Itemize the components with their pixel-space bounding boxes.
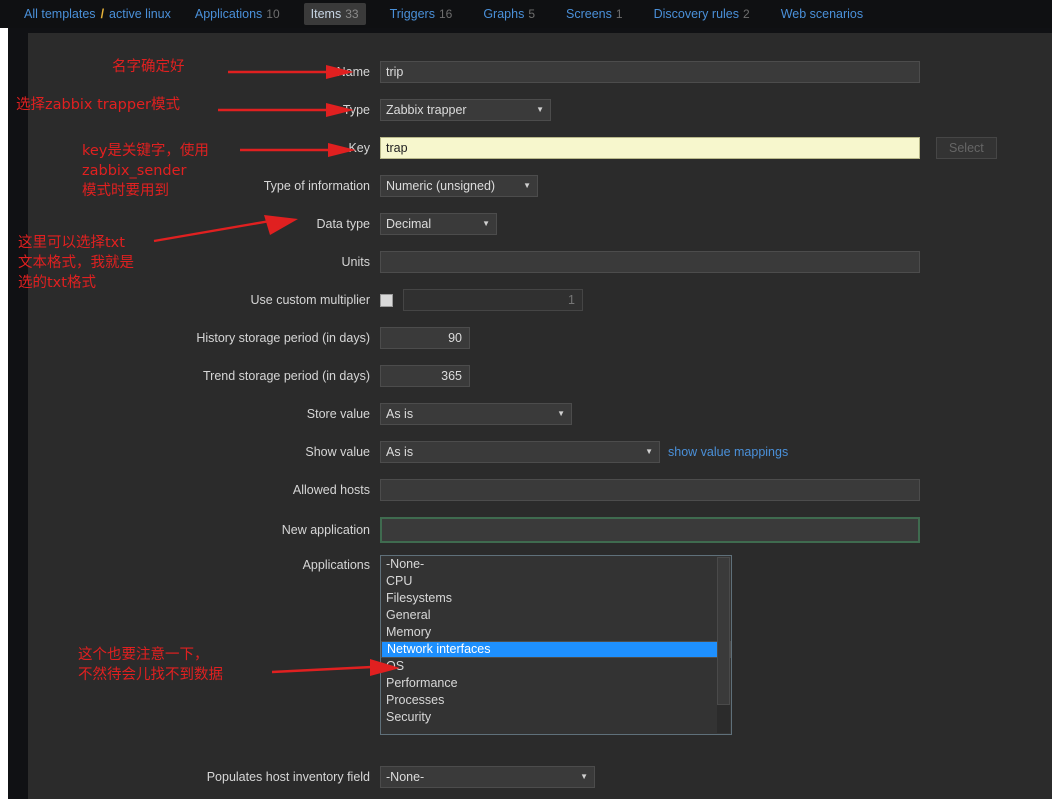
- chevron-down-icon: ▼: [523, 181, 531, 190]
- chevron-down-icon: ▼: [580, 772, 588, 781]
- annotation-type: 选择zabbix trapper模式: [16, 97, 180, 113]
- breadcrumb-all-templates-link[interactable]: All templates: [24, 7, 96, 21]
- tab-web-scenarios[interactable]: Web scenarios: [774, 3, 874, 25]
- tab-items-count: 33: [345, 7, 359, 21]
- annotation-arrow-applications: [272, 659, 400, 676]
- breadcrumb-separator: /: [100, 7, 105, 21]
- tab-items-label: Items: [310, 7, 342, 21]
- annotation-arrow-type: [218, 103, 354, 117]
- tab-web-scenarios-label: Web scenarios: [780, 7, 864, 21]
- tab-triggers-label: Triggers: [389, 7, 435, 21]
- tab-graphs-label: Graphs: [483, 7, 525, 21]
- annotation-key: key是关键字，使用 zabbix_sender 模式时要用到: [82, 143, 209, 199]
- list-item[interactable]: Filesystems: [381, 590, 731, 607]
- list-item[interactable]: Processes: [381, 692, 731, 709]
- tab-triggers-count: 16: [438, 7, 453, 21]
- store-value-label: Store value: [306, 407, 370, 421]
- tab-discovery-rules[interactable]: Discovery rules 2: [647, 3, 757, 25]
- custom-multiplier-input[interactable]: [403, 289, 583, 311]
- populates-host-inventory-field-select-value: -None-: [386, 770, 425, 784]
- applications-listbox-scrollbar[interactable]: [717, 557, 730, 733]
- tab-triggers[interactable]: Triggers 16: [383, 3, 460, 25]
- allowed-hosts-input[interactable]: [380, 479, 920, 501]
- show-value-select-value: As is: [386, 445, 414, 459]
- field-row-use-custom-multiplier: Use custom multiplier: [28, 289, 928, 311]
- zabbix-item-configuration-screen: All templates / active linux Application…: [0, 0, 1052, 799]
- type-of-information-select-value: Numeric (unsigned): [386, 179, 496, 193]
- field-row-trend-storage-period: Trend storage period (in days): [28, 365, 928, 387]
- tab-screens[interactable]: Screens 1: [559, 3, 630, 25]
- field-row-show-value: Show value As is ▼ show value mappings: [28, 441, 988, 463]
- key-select-button[interactable]: Select: [936, 137, 997, 159]
- applications-listbox-scroll-thumb[interactable]: [717, 557, 730, 705]
- name-input[interactable]: [380, 61, 920, 83]
- list-item[interactable]: OS: [381, 658, 731, 675]
- field-row-history-storage-period: History storage period (in days): [28, 327, 928, 349]
- tab-discovery-rules-count: 2: [743, 7, 750, 21]
- chevron-down-icon: ▼: [645, 447, 653, 456]
- breadcrumb-tab-bar: All templates / active linux Application…: [0, 0, 1052, 28]
- tab-graphs-count: 5: [528, 7, 536, 21]
- chevron-down-icon: ▼: [536, 105, 544, 114]
- new-application-label: New application: [281, 523, 370, 537]
- annotation-name: 名字确定好: [112, 59, 185, 75]
- history-storage-period-input[interactable]: [380, 327, 470, 349]
- annotation-arrow-name: [228, 65, 354, 79]
- tab-screens-label: Screens: [566, 7, 612, 21]
- new-application-input[interactable]: [380, 517, 920, 543]
- applications-label: Applications: [302, 558, 370, 572]
- chevron-down-icon: ▼: [482, 219, 490, 228]
- field-row-new-application: New application: [28, 517, 928, 543]
- history-storage-period-label: History storage period (in days): [196, 331, 370, 345]
- show-value-mappings-link[interactable]: show value mappings: [668, 445, 788, 459]
- list-item[interactable]: Security: [381, 709, 731, 726]
- list-item[interactable]: -None-: [381, 556, 731, 573]
- list-item[interactable]: CPU: [381, 573, 731, 590]
- store-value-select[interactable]: As is ▼: [380, 403, 572, 425]
- applications-listbox[interactable]: -None- CPU Filesystems General Memory Ne…: [380, 555, 732, 735]
- field-row-populates-host-inventory-field: Populates host inventory field -None- ▼: [28, 766, 928, 788]
- chevron-down-icon: ▼: [557, 409, 565, 418]
- annotation-arrow-key: [240, 143, 356, 157]
- store-value-select-value: As is: [386, 407, 414, 421]
- show-value-label: Show value: [305, 445, 370, 459]
- field-row-allowed-hosts: Allowed hosts: [28, 479, 928, 501]
- units-input[interactable]: [380, 251, 920, 273]
- show-value-select[interactable]: As is ▼: [380, 441, 660, 463]
- field-row-units: Units: [28, 251, 928, 273]
- annotation-data-type: 这里可以选择txt 文本格式，我就是 选的txt格式: [18, 235, 134, 291]
- breadcrumb-current-template-link[interactable]: active linux: [109, 7, 171, 21]
- tab-applications[interactable]: Applications 10: [188, 3, 287, 25]
- use-custom-multiplier-label: Use custom multiplier: [250, 293, 370, 307]
- type-select[interactable]: Zabbix trapper ▼: [380, 99, 551, 121]
- list-item-selected[interactable]: Network interfaces: [381, 641, 731, 658]
- annotation-arrow-data-type: [153, 215, 298, 243]
- list-item[interactable]: Memory: [381, 624, 731, 641]
- list-item[interactable]: General: [381, 607, 731, 624]
- type-of-information-select[interactable]: Numeric (unsigned) ▼: [380, 175, 538, 197]
- list-item[interactable]: Performance: [381, 675, 731, 692]
- type-select-value: Zabbix trapper: [386, 103, 467, 117]
- tab-discovery-rules-label: Discovery rules: [653, 7, 739, 21]
- field-row-store-value: Store value As is ▼: [28, 403, 928, 425]
- tab-applications-count: 10: [266, 7, 280, 21]
- populates-host-inventory-field-select[interactable]: -None- ▼: [380, 766, 595, 788]
- annotation-applications: 这个也要注意一下， 不然待会儿找不到数据: [78, 647, 223, 683]
- key-input[interactable]: [380, 137, 920, 159]
- trend-storage-period-label: Trend storage period (in days): [203, 369, 370, 383]
- tab-applications-label: Applications: [194, 7, 263, 21]
- tab-screens-count: 1: [615, 7, 623, 21]
- tab-graphs[interactable]: Graphs 5: [476, 3, 542, 25]
- use-custom-multiplier-checkbox[interactable]: [380, 293, 393, 307]
- populates-host-inventory-field-label: Populates host inventory field: [206, 770, 370, 784]
- trend-storage-period-input[interactable]: [380, 365, 470, 387]
- data-type-select-value: Decimal: [386, 217, 432, 231]
- tab-items[interactable]: Items 33: [303, 3, 366, 25]
- data-type-select[interactable]: Decimal ▼: [380, 213, 497, 235]
- allowed-hosts-label: Allowed hosts: [292, 483, 370, 497]
